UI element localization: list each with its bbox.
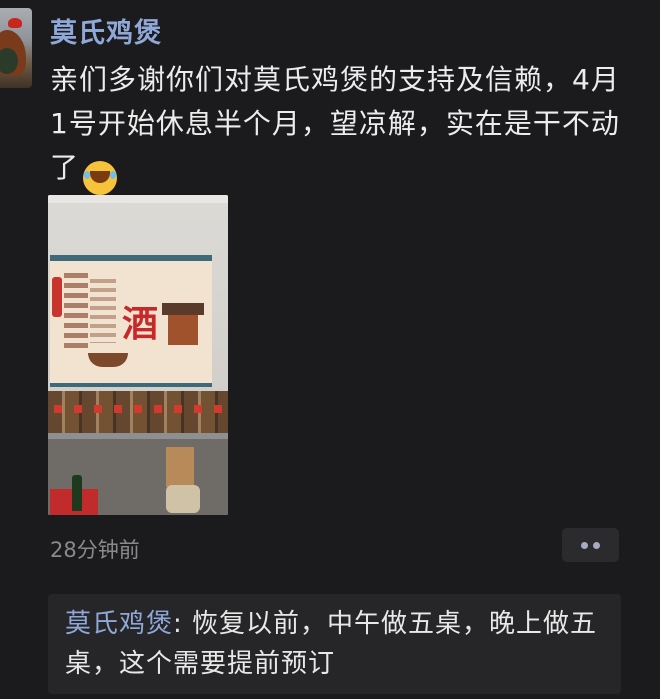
author-avatar[interactable]	[0, 8, 32, 88]
post-text-container: 亲们多谢你们对莫氏鸡煲的支持及信赖，4月1号开始休息半个月，望凉解，实在是干不动…	[50, 58, 635, 195]
comments-section: 莫氏鸡煲: 恢复以前，中午做五桌，晚上做五桌，这个需要提前预订	[48, 594, 621, 694]
photo-sack	[166, 485, 200, 513]
post-author-name[interactable]: 莫氏鸡煲	[50, 11, 162, 50]
dot-left	[581, 542, 588, 549]
post-photo[interactable]: 酒	[48, 195, 228, 515]
photo-wine-jars	[48, 391, 228, 435]
mural-wine-character: 酒	[122, 303, 159, 345]
comment-item[interactable]: 莫氏鸡煲: 恢复以前，中午做五桌，晚上做五桌，这个需要提前预订	[65, 604, 605, 684]
mural-boat	[88, 353, 128, 367]
photo-jar-labels	[54, 405, 222, 413]
comment-separator: :	[173, 609, 193, 639]
rooster-comb	[8, 18, 22, 28]
mural-red-seal	[52, 277, 62, 317]
mural-calligraphy	[64, 273, 88, 351]
comment-author-name[interactable]: 莫氏鸡煲	[65, 609, 173, 639]
photo-ceiling	[48, 195, 228, 203]
more-actions-button[interactable]	[562, 528, 619, 562]
dot-right	[593, 542, 600, 549]
photo-wine-mural: 酒	[50, 255, 212, 387]
photo-bottle	[72, 475, 82, 511]
post-timestamp: 28分钟前	[50, 538, 140, 562]
laughing-tears-emoji-icon: 😂	[83, 161, 118, 195]
post-text: 亲们多谢你们对莫氏鸡煲的支持及信赖，4月1号开始休息半个月，望凉解，实在是干不动…	[50, 63, 620, 184]
photo-box	[166, 447, 194, 487]
mural-house	[162, 303, 204, 345]
mural-calligraphy-2	[90, 279, 116, 343]
